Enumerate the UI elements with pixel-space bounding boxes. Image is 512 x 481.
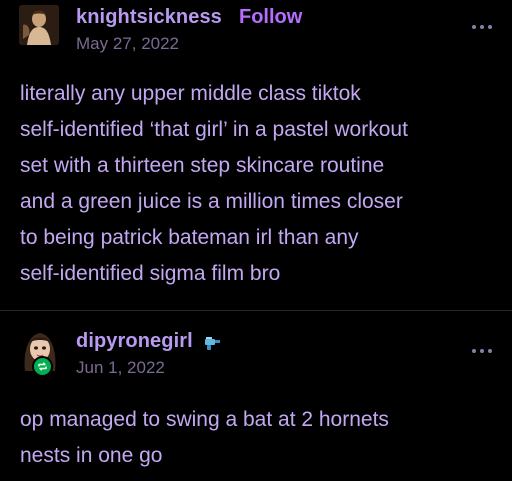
more-options-icon[interactable] [472, 24, 492, 30]
username[interactable]: knightsickness [76, 6, 222, 29]
post-body: op managed to swing a bat at 2 hornets n… [20, 408, 389, 467]
post-date[interactable]: May 27, 2022 [76, 34, 179, 54]
water-gun-badge-icon[interactable] [203, 334, 221, 352]
avatar[interactable] [19, 5, 59, 45]
post-date[interactable]: Jun 1, 2022 [76, 358, 165, 378]
post-knightsickness: knightsickness Follow May 27, 2022 liter… [0, 0, 512, 310]
follow-button[interactable]: Follow [239, 6, 302, 29]
painting-avatar-icon [19, 5, 59, 45]
post-body: literally any upper middle class tiktok … [20, 82, 408, 285]
more-options-icon[interactable] [472, 348, 492, 354]
divider [0, 310, 512, 311]
username[interactable]: dipyronegirl [76, 330, 193, 353]
reblog-icon [32, 356, 53, 377]
